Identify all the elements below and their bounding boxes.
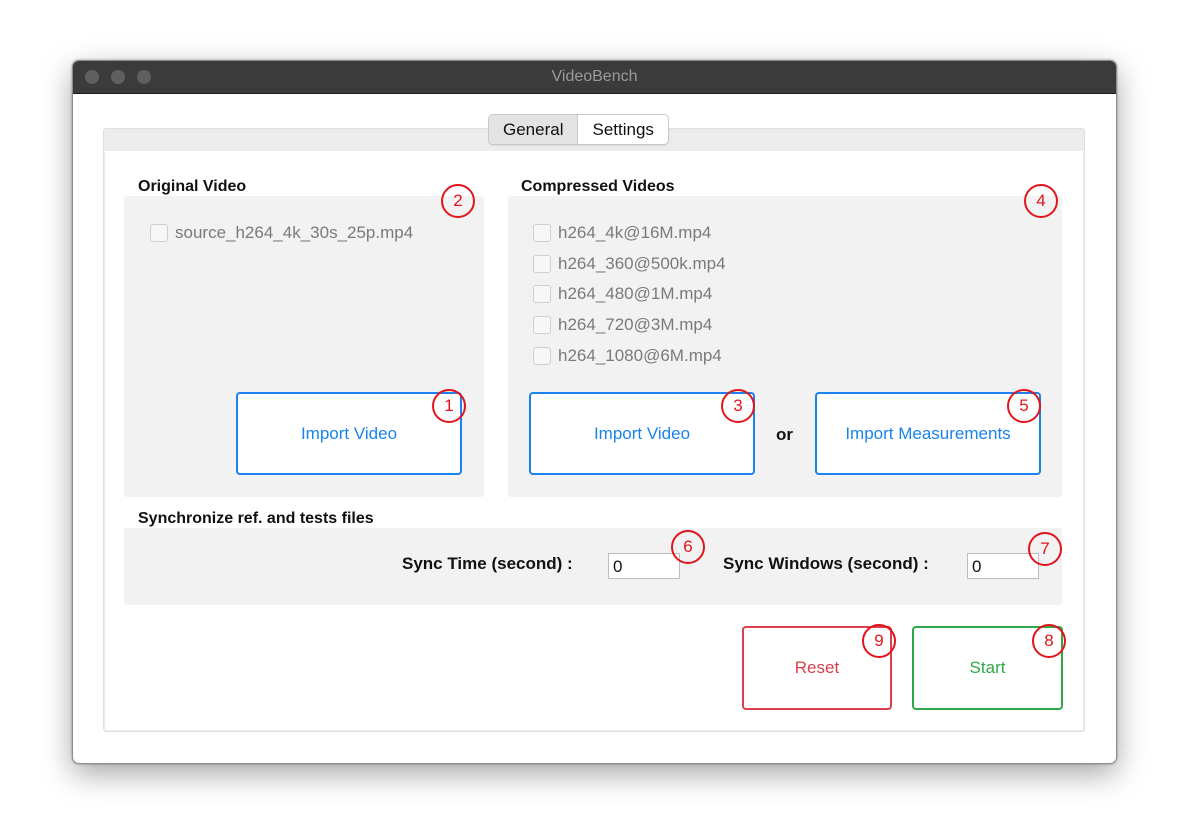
import-original-video-button[interactable]: Import Video	[236, 392, 462, 475]
file-name: h264_480@1M.mp4	[558, 284, 713, 303]
original-file-item[interactable]: source_h264_4k_30s_25p.mp4	[150, 223, 413, 243]
annotation-marker-3: 3	[721, 389, 755, 423]
compressed-file-item[interactable]: h264_480@1M.mp4	[533, 284, 712, 304]
compressed-file-item[interactable]: h264_4k@16M.mp4	[533, 223, 711, 243]
sync-windows-input[interactable]: 0	[967, 553, 1039, 579]
annotation-marker-9: 9	[862, 624, 896, 658]
compressed-file-item[interactable]: h264_1080@6M.mp4	[533, 346, 722, 366]
annotation-marker-5: 5	[1007, 389, 1041, 423]
sync-time-label: Sync Time (second) :	[402, 554, 573, 573]
file-checkbox[interactable]	[533, 285, 551, 303]
sync-title: Synchronize ref. and tests files	[136, 510, 376, 528]
annotation-marker-7: 7	[1028, 532, 1062, 566]
annotation-marker-2: 2	[441, 184, 475, 218]
title-bar[interactable]: VideoBench	[73, 61, 1116, 94]
file-name: source_h264_4k_30s_25p.mp4	[175, 223, 414, 242]
sync-windows-label: Sync Windows (second) :	[723, 554, 929, 573]
file-name: h264_4k@16M.mp4	[558, 223, 712, 242]
annotation-marker-8: 8	[1032, 624, 1066, 658]
annotation-marker-4: 4	[1024, 184, 1058, 218]
tab-settings[interactable]: Settings	[578, 115, 667, 144]
annotation-marker-6: 6	[671, 530, 705, 564]
window-title: VideoBench	[551, 68, 638, 85]
tab-general[interactable]: General	[489, 115, 579, 144]
file-checkbox[interactable]	[533, 224, 551, 242]
file-name: h264_720@3M.mp4	[558, 315, 713, 334]
sync-time-input[interactable]: 0	[608, 553, 680, 579]
file-name: h264_360@500k.mp4	[558, 254, 726, 273]
file-name: h264_1080@6M.mp4	[558, 346, 722, 365]
compressed-videos-title: Compressed Videos	[519, 178, 677, 196]
file-checkbox[interactable]	[150, 224, 168, 242]
file-checkbox[interactable]	[533, 347, 551, 365]
compressed-file-item[interactable]: h264_360@500k.mp4	[533, 254, 726, 274]
tab-bar: General Settings	[488, 114, 669, 145]
or-label: or	[776, 425, 793, 444]
compressed-file-item[interactable]: h264_720@3M.mp4	[533, 315, 712, 335]
original-video-title: Original Video	[136, 178, 249, 196]
file-checkbox[interactable]	[533, 255, 551, 273]
annotation-marker-1: 1	[432, 389, 466, 423]
file-checkbox[interactable]	[533, 316, 551, 334]
